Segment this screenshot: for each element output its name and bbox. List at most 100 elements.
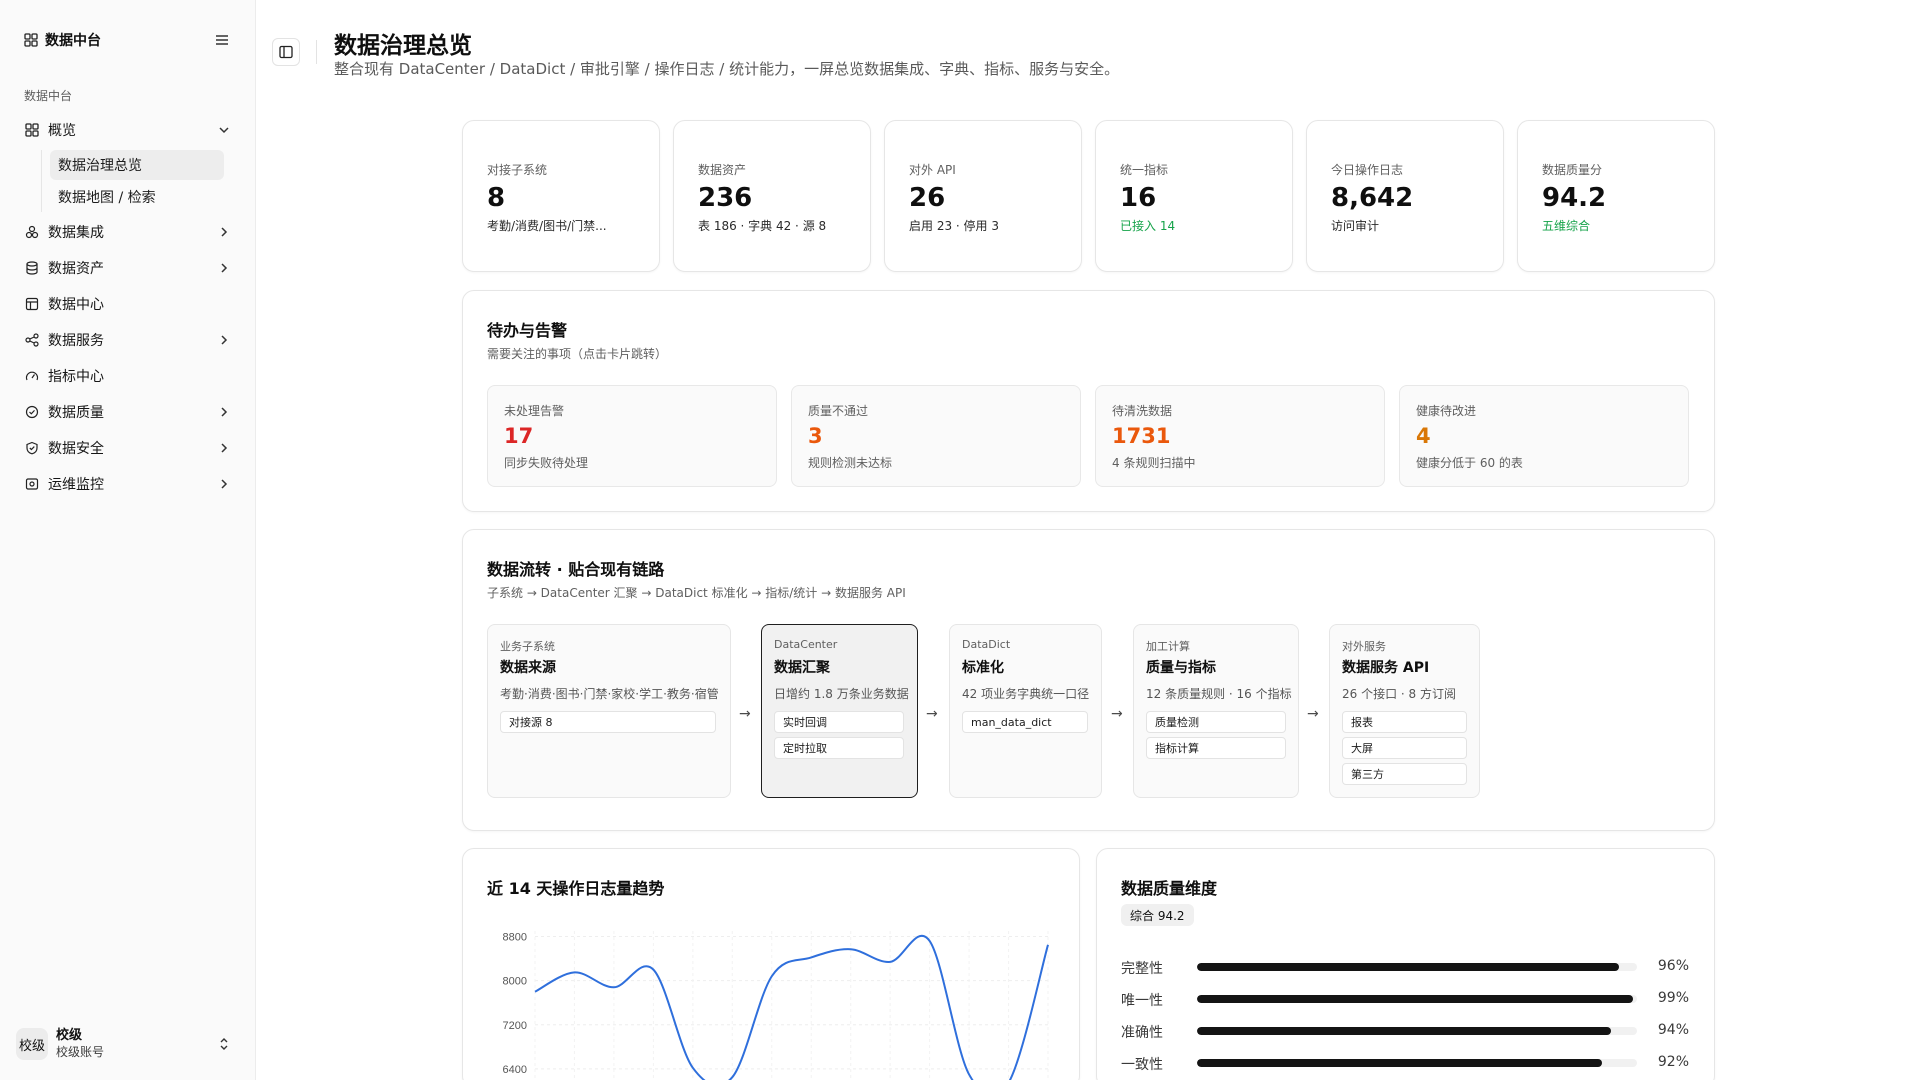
table-icon [24, 296, 40, 312]
stat-value: 16 [1120, 183, 1157, 213]
arrow-right-icon: → [1111, 706, 1123, 722]
flow-stage-source[interactable]: 业务子系统 数据来源 考勤·消费·图书·门禁·家校·学工·教务·宿管 对接源 8 [487, 624, 731, 798]
sidebar-item-security[interactable]: 数据安全 [16, 430, 240, 466]
stat-value: 94.2 [1542, 183, 1607, 213]
stat-card-metrics[interactable]: 统一指标 16 已接入 14 [1095, 120, 1293, 272]
sidebar-item-label: 数据集成 [48, 225, 104, 241]
quality-percent: 99% [1657, 990, 1689, 1006]
flow-stage-standardize[interactable]: DataDict 标准化 42 项业务字典统一口径 man_data_dict [949, 624, 1102, 798]
sidebar-subitem-data-map[interactable]: 数据地图 / 检索 [50, 182, 224, 212]
todo-item-health[interactable]: 健康待改进 4 健康分低于 60 的表 [1399, 385, 1689, 487]
chart-title: 近 14 天操作日志量趋势 [487, 879, 665, 898]
stat-card-api[interactable]: 对外 API 26 启用 23 · 停用 3 [884, 120, 1082, 272]
flow-title: 质量与指标 [1146, 660, 1216, 676]
sidebar-item-overview[interactable]: 概览 [16, 112, 240, 148]
flow-stage-api[interactable]: 对外服务 数据服务 API 26 个接口 · 8 方订阅 报表 大屏 第三方 [1329, 624, 1480, 798]
sidebar-item-label: 概览 [48, 123, 76, 139]
stat-value: 8,642 [1331, 183, 1414, 213]
quality-label: 唯一性 [1121, 993, 1163, 1009]
progress-track [1197, 963, 1637, 971]
flow-chip: 第三方 [1342, 763, 1467, 785]
progress-fill [1197, 1027, 1611, 1035]
sidebar-item-label: 数据中心 [48, 297, 104, 313]
user-menu[interactable]: 校级 校级 校级账号 [16, 1024, 240, 1064]
arrow-right-icon: → [739, 706, 751, 722]
todo-sub: 4 条规则扫描中 [1112, 456, 1196, 470]
sidebar-submenu-overview: 数据治理总览 数据地图 / 检索 [41, 150, 240, 212]
progress-track [1197, 1027, 1637, 1035]
page-title: 数据治理总览 [334, 33, 472, 59]
y-tick-label: 8000 [503, 976, 527, 988]
sidebar-item-label: 数据资产 [48, 261, 104, 277]
todo-label: 待清洗数据 [1112, 404, 1173, 418]
quality-row: 完整性 96% [1121, 957, 1689, 977]
chevron-right-icon [221, 479, 228, 489]
data-flow-card: 数据流转 · 贴合现有链路 子系统 → DataCenter 汇聚 → Data… [462, 529, 1715, 831]
quality-percent: 96% [1657, 958, 1689, 974]
stat-sub: 已接入 14 [1120, 219, 1176, 233]
flow-title: 数据汇聚 [774, 660, 830, 676]
sidebar-item-metrics[interactable]: 指标中心 [16, 358, 240, 394]
flow-tag: 对外服务 [1342, 640, 1386, 653]
flow-title: 数据来源 [500, 660, 556, 676]
quality-badge: 综合 94.2 [1121, 904, 1194, 926]
arrow-right-icon: → [926, 706, 938, 722]
progress-fill [1197, 995, 1633, 1003]
sidebar-item-services[interactable]: 数据服务 [16, 322, 240, 358]
stat-card-logs[interactable]: 今日操作日志 8,642 访问审计 [1306, 120, 1504, 272]
stat-card-assets[interactable]: 数据资产 236 表 186 · 字典 42 · 源 8 [673, 120, 871, 272]
flow-desc: 日增约 1.8 万条业务数据 [774, 687, 909, 701]
chevron-right-icon [221, 443, 228, 453]
stat-label: 统一指标 [1120, 163, 1169, 177]
progress-track [1197, 995, 1637, 1003]
stat-card-quality[interactable]: 数据质量分 94.2 五维综合 [1517, 120, 1715, 272]
todo-item-quality-failed[interactable]: 质量不通过 3 规则检测未达标 [791, 385, 1081, 487]
stat-card-subsystems[interactable]: 对接子系统 8 考勤/消费/图书/门禁... [462, 120, 660, 272]
progress-fill [1197, 963, 1620, 971]
section-title: 数据流转 · 贴合现有链路 [487, 560, 665, 579]
flow-desc: 26 个接口 · 8 方订阅 [1342, 687, 1456, 701]
chevron-right-icon [221, 407, 228, 417]
stat-label: 对外 API [909, 163, 956, 177]
log-trend-card: 近 14 天操作日志量趋势 6400 7200 8000 8800 [462, 848, 1080, 1080]
todo-item-cleaning[interactable]: 待清洗数据 1731 4 条规则扫描中 [1095, 385, 1385, 487]
check-circle-icon [24, 404, 40, 420]
user-name: 校级 [56, 1028, 83, 1043]
todo-label: 未处理告警 [504, 404, 565, 418]
sidebar-item-quality[interactable]: 数据质量 [16, 394, 240, 430]
panel-left-icon [279, 45, 293, 59]
trend-line-chart: 6400 7200 8000 8800 [503, 931, 1049, 1080]
user-account: 校级账号 [56, 1045, 105, 1059]
todo-value: 17 [504, 424, 534, 448]
grid-icon [24, 33, 38, 47]
sidebar-item-ops[interactable]: 运维监控 [16, 466, 240, 502]
sidebar-subitem-governance-overview[interactable]: 数据治理总览 [50, 150, 224, 180]
share-icon [24, 332, 40, 348]
quality-percent: 92% [1657, 1054, 1689, 1070]
sidebar-item-integration[interactable]: 数据集成 [16, 214, 240, 250]
stat-value: 26 [909, 183, 946, 213]
progress-fill [1197, 1059, 1602, 1067]
stat-sub: 启用 23 · 停用 3 [909, 219, 999, 233]
sidebar-item-label: 数据服务 [48, 333, 104, 349]
flow-desc: 考勤·消费·图书·门禁·家校·学工·教务·宿管 [500, 687, 719, 701]
menu-button[interactable] [212, 30, 232, 50]
flow-stage-aggregation[interactable]: DataCenter 数据汇聚 日增约 1.8 万条业务数据 实时回调 定时拉取 [761, 624, 918, 798]
section-subtitle: 子系统 → DataCenter 汇聚 → DataDict 标准化 → 指标/… [487, 586, 906, 600]
sidebar-toggle-button[interactable] [272, 38, 300, 66]
sidebar-item-datacenter[interactable]: 数据中心 [16, 286, 240, 322]
quality-label: 完整性 [1121, 961, 1163, 977]
stat-label: 对接子系统 [487, 163, 548, 177]
flow-chip: 质量检测 [1146, 711, 1286, 733]
flow-tag: DataCenter [774, 638, 838, 651]
section-title: 数据质量维度 [1121, 879, 1218, 898]
flow-chip: 报表 [1342, 711, 1467, 733]
todo-label: 健康待改进 [1416, 404, 1477, 418]
stat-value: 236 [698, 183, 753, 213]
sidebar: 数据中台 数据中台 概览 数据治理总览 数据地图 / 检索 数据集成 数据资产 … [0, 0, 256, 1080]
sidebar-item-assets[interactable]: 数据资产 [16, 250, 240, 286]
database-icon [24, 260, 40, 276]
flow-stage-quality-metrics[interactable]: 加工计算 质量与指标 12 条质量规则 · 16 个指标 质量检测 指标计算 [1133, 624, 1299, 798]
todo-item-alerts[interactable]: 未处理告警 17 同步失败待处理 [487, 385, 777, 487]
chevron-right-icon [221, 227, 228, 237]
